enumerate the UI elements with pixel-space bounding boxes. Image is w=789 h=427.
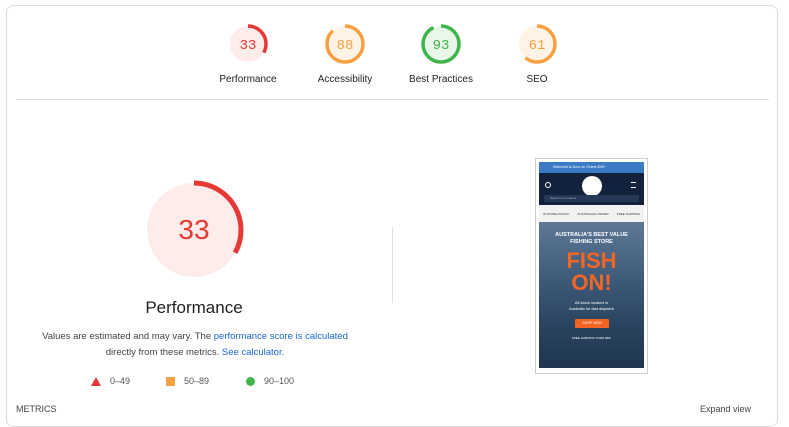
performance-title: Performance (145, 298, 243, 317)
site-search: Search for products (544, 195, 639, 202)
seo-gauge-icon: 61 (517, 24, 557, 64)
legend-fail: 0–49 (91, 376, 130, 386)
circle-icon (246, 376, 255, 386)
see-calculator-link[interactable]: See calculator (222, 347, 282, 358)
legend-pass: 90–100 (246, 376, 294, 386)
legend-average: 50–89 (166, 376, 209, 386)
gauge-label: Best Practices (409, 74, 473, 85)
gauge-label: Accessibility (317, 74, 373, 85)
square-icon (166, 376, 175, 386)
vertical-divider (392, 227, 393, 303)
site-header: Search for products (539, 173, 644, 205)
performance-gauge-icon: 33 (228, 24, 268, 64)
big-score: 33 (178, 214, 209, 245)
gauge-accessibility[interactable]: 88 Accessibility (310, 22, 380, 85)
header-divider (16, 99, 769, 100)
metrics-heading: METRICS (16, 404, 57, 414)
gauge-performance[interactable]: 33 Performance (213, 22, 283, 85)
gauge-best-practices[interactable]: 93 Best Practices (406, 22, 476, 85)
performance-score-link[interactable]: performance score is calculated (214, 331, 348, 342)
hero-banner: AUSTRALIA'S BEST VALUE FISHING STORE FISH… (539, 222, 644, 368)
performance-big-gauge: 33 (144, 180, 244, 280)
page-screenshot[interactable]: Delivered to Door on Orders $49+ Search … (535, 158, 648, 374)
report-card (6, 5, 778, 427)
gauge-label: SEO (526, 74, 548, 85)
expand-view-toggle[interactable]: Expand view (700, 404, 751, 414)
gauge-score: 61 (529, 38, 546, 54)
shop-now-button: SHOP NOW (575, 319, 609, 328)
site-logo-icon (582, 176, 602, 196)
gauge-label: Performance (219, 74, 277, 85)
gauge-seo[interactable]: 61 SEO (502, 22, 572, 85)
menu-icon (631, 182, 636, 188)
triangle-icon (91, 376, 101, 386)
info-strip: IN-STORE PICKUP AUSTRALIAN OWNED FREE SH… (539, 205, 644, 222)
user-icon (545, 182, 551, 188)
announcement-bar: Delivered to Door on Orders $49+ (539, 162, 644, 173)
best-practices-gauge-icon: 93 (421, 24, 461, 64)
performance-description: Values are estimated and may vary. The p… (42, 331, 348, 358)
gauge-score: 88 (337, 38, 354, 54)
gauge-score: 93 (433, 38, 450, 54)
gauge-score: 33 (240, 38, 257, 54)
accessibility-gauge-icon: 88 (325, 24, 365, 64)
